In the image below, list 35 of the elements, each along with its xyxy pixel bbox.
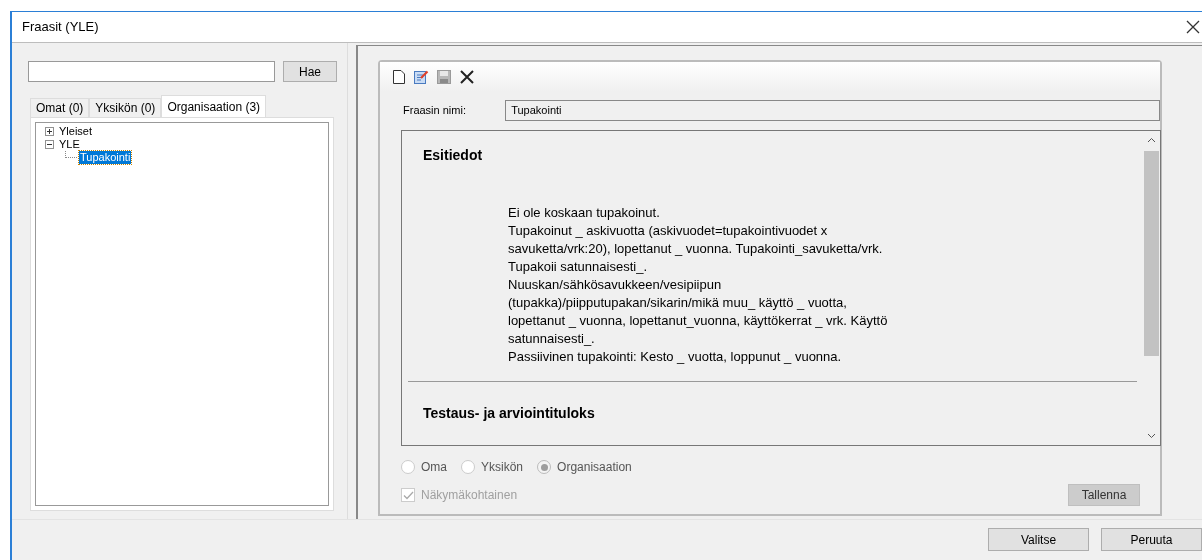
dialog-button[interactable]: Valitse bbox=[988, 528, 1089, 551]
new-document-icon[interactable] bbox=[392, 69, 406, 85]
window-title: Fraasit (YLE) bbox=[22, 18, 99, 37]
tree-item[interactable]: Tupakointi bbox=[79, 151, 132, 164]
search-field[interactable] bbox=[28, 61, 275, 82]
section-heading: Esitiedot bbox=[423, 146, 484, 165]
plus-icon[interactable] bbox=[45, 127, 54, 136]
tab[interactable]: Omat (0) bbox=[30, 98, 90, 117]
radio-button[interactable] bbox=[461, 460, 475, 474]
tab[interactable]: Organisaation (3) bbox=[161, 95, 267, 117]
minus-icon[interactable] bbox=[45, 140, 54, 149]
radio-label: Oma bbox=[421, 459, 447, 476]
dialog-button[interactable]: Peruuta bbox=[1101, 528, 1202, 551]
search-button[interactable]: Hae bbox=[283, 61, 337, 82]
radio-button[interactable] bbox=[401, 460, 415, 474]
delete-icon[interactable] bbox=[459, 69, 475, 85]
section-text: Ei ole koskaan tupakoinut. Tupakoinut _ askivuotta (askivuodet=tupakointivuodet x savuketta/vrk:20), lopettanut _ vuonna. Tupakointi_savuketta/vrk. Tupakoii satunnaisesti_. Nuuskan/sähkösavukkeen/vesipiipun (tupakka)/piipputupakan/sikarin/mikä muu_ käyttö _ vuotta, lopettanut _ vuonna, lopettanut_vuonna, käyttökerrat _ vrk. Käyttö satunnaisesti_. Passiivinen tupakointi: Kesto _ vuotta, loppunut _ vuonna. bbox=[507, 204, 889, 366]
close-icon[interactable] bbox=[1186, 20, 1200, 34]
scroll-down-icon[interactable] bbox=[1147, 433, 1156, 439]
field-label: Fraasin nimi: bbox=[403, 103, 467, 119]
edit-document-icon[interactable] bbox=[413, 69, 429, 85]
radio-label: Yksikön bbox=[481, 459, 524, 476]
section-heading: Testaus- ja arviointituloks bbox=[423, 404, 596, 423]
tree-item[interactable]: Yleiset bbox=[58, 125, 94, 138]
scrollbar-thumb[interactable] bbox=[1144, 151, 1159, 356]
checkbox-label: Näkymäkohtainen bbox=[421, 487, 518, 504]
scroll-up-icon[interactable] bbox=[1147, 137, 1156, 143]
tab[interactable]: Yksikön (0) bbox=[89, 98, 162, 117]
save-icon[interactable] bbox=[436, 69, 452, 85]
radio-label: Organisaation bbox=[557, 459, 632, 476]
content-area[interactable] bbox=[401, 130, 1161, 446]
radio-button[interactable] bbox=[537, 460, 552, 474]
tree-item[interactable]: YLE bbox=[58, 138, 81, 151]
phrase-name-field[interactable]: Tupakointi bbox=[505, 100, 1160, 121]
save-button[interactable]: Tallenna bbox=[1068, 484, 1140, 506]
